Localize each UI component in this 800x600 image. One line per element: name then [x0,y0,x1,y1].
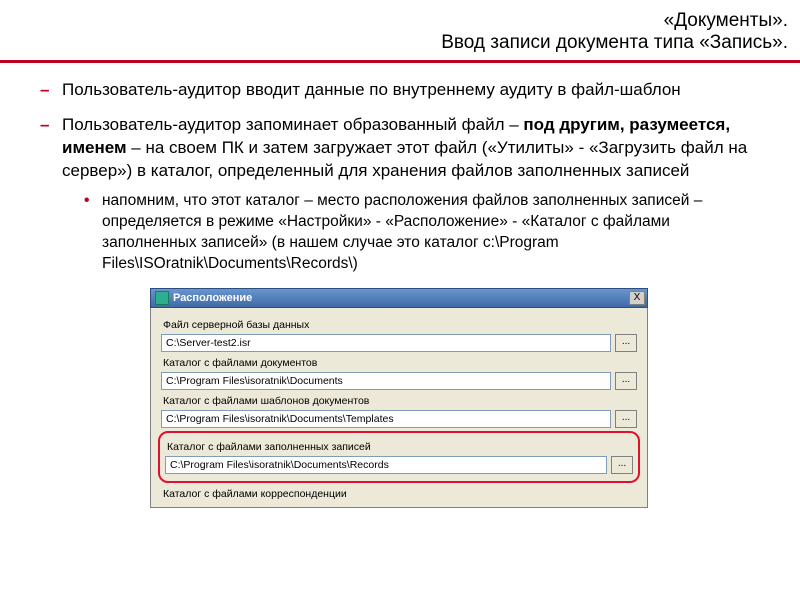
bullet-list: Пользователь-аудитор вводит данные по вн… [40,79,760,274]
field-label-documents: Каталог с файлами документов [163,357,637,369]
highlighted-field: Каталог с файлами заполненных записей C:… [158,431,640,483]
browse-button[interactable]: ... [615,334,637,352]
dialog-titlebar[interactable]: Расположение X [150,288,648,308]
dialog-body: Файл серверной базы данных C:\Server-tes… [150,308,648,508]
list-item: напомним, что этот каталог – место распо… [84,191,760,275]
serverdb-input[interactable]: C:\Server-test2.isr [161,334,611,352]
records-input[interactable]: C:\Program Files\isoratnik\Documents\Rec… [165,456,607,474]
location-dialog: Расположение X Файл серверной базы данны… [150,288,648,508]
field-row: C:\Program Files\isoratnik\Documents ... [161,372,637,390]
slide-header: «Документы». Ввод записи документа типа … [0,0,800,63]
bullet-text-post: – на своем ПК и затем загружает этот фай… [62,138,747,180]
browse-button[interactable]: ... [615,410,637,428]
header-line1: «Документы». [12,10,788,32]
field-label-correspondence: Каталог с файлами корреспонденции [163,488,637,500]
sub-bullet-text: напомним, что этот каталог – место распо… [102,192,702,272]
templates-input[interactable]: C:\Program Files\isoratnik\Documents\Tem… [161,410,611,428]
field-label-templates: Каталог с файлами шаблонов документов [163,395,637,407]
sub-bullet-list: напомним, что этот каталог – место распо… [84,191,760,275]
close-button[interactable]: X [629,291,645,305]
documents-input[interactable]: C:\Program Files\isoratnik\Documents [161,372,611,390]
field-label-records: Каталог с файлами заполненных записей [167,441,633,453]
header-line2: Ввод записи документа типа «Запись». [12,32,788,54]
bullet-text: Пользователь-аудитор вводит данные по вн… [62,80,681,99]
app-icon [155,291,169,305]
browse-button[interactable]: ... [611,456,633,474]
field-label-serverdb: Файл серверной базы данных [163,319,637,331]
field-row: C:\Program Files\isoratnik\Documents\Tem… [161,410,637,428]
list-item: Пользователь-аудитор запоминает образова… [40,114,760,275]
list-item: Пользователь-аудитор вводит данные по вн… [40,79,760,102]
field-row: C:\Server-test2.isr ... [161,334,637,352]
field-row: C:\Program Files\isoratnik\Documents\Rec… [165,456,633,474]
browse-button[interactable]: ... [615,372,637,390]
dialog-title: Расположение [173,292,629,304]
bullet-text-pre: Пользователь-аудитор запоминает образова… [62,115,523,134]
